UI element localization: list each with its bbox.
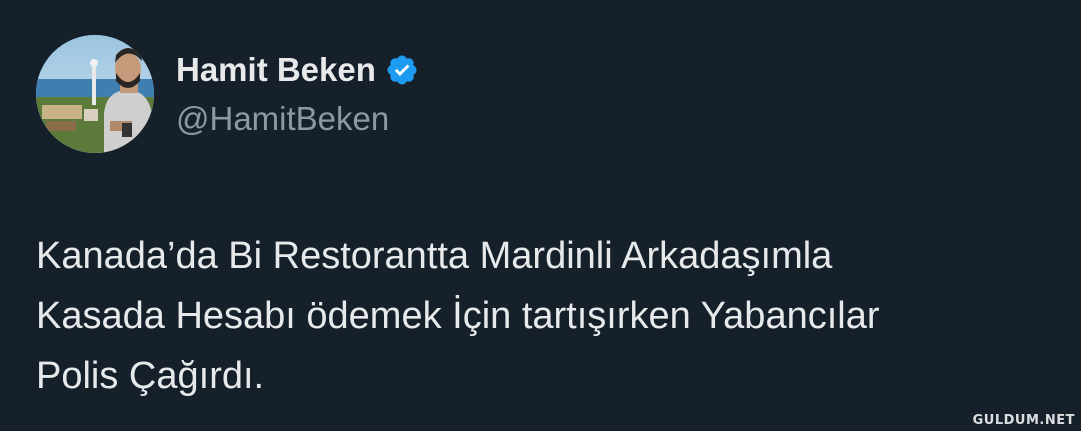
avatar-photo-image (36, 35, 154, 153)
verified-badge-icon (385, 53, 419, 87)
author-handle[interactable]: @HamitBeken (176, 100, 389, 138)
tweet-body: Kanada’da Bi Restorantta Mardinli Arkada… (36, 226, 1046, 406)
site-watermark: GULDUM.NET (972, 413, 1075, 428)
tweet-card: Hamit Beken @HamitBeken Kanada’da Bi Res… (0, 0, 1081, 431)
tweet-text-line: Kasada Hesabı ödemek İçin tartışırken Ya… (36, 295, 880, 337)
author-avatar[interactable] (36, 35, 154, 153)
author-name-row: Hamit Beken (176, 50, 419, 90)
author-display-name[interactable]: Hamit Beken (176, 51, 376, 89)
tweet-text-line: Kanada’da Bi Restorantta Mardinli Arkada… (36, 235, 833, 277)
tweet-text-line: Polis Çağırdı. (36, 355, 265, 397)
